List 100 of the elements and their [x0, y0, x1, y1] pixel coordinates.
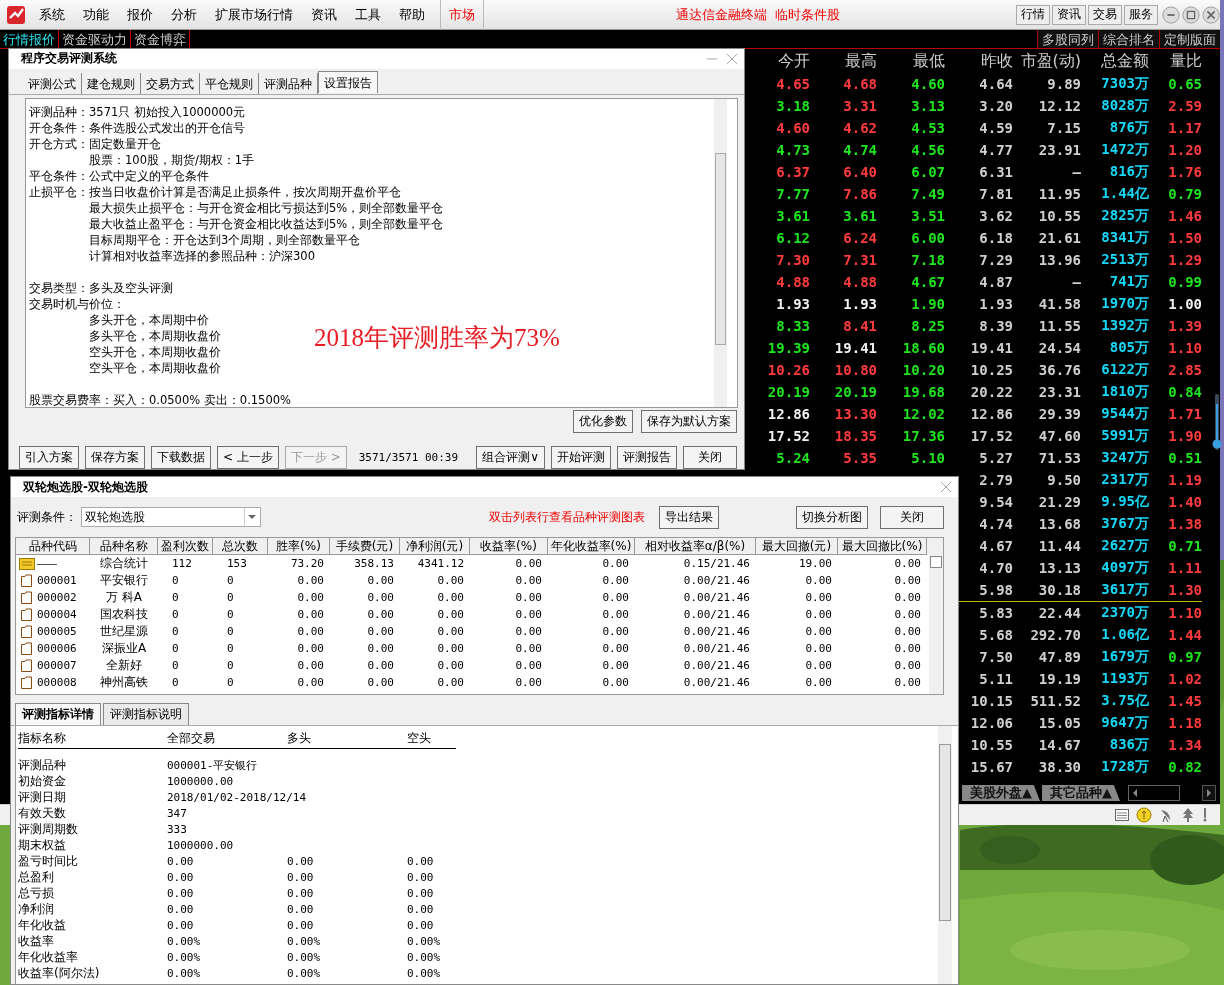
- column-header[interactable]: 市盈(动): [1013, 50, 1081, 72]
- scroll-bar[interactable]: [1128, 785, 1180, 801]
- column-header[interactable]: 盈利次数: [158, 538, 213, 555]
- quote-cell-text: 19.39: [766, 340, 810, 356]
- top-button[interactable]: 服务: [1124, 4, 1158, 25]
- panel-button[interactable]: 保存为默认方案: [641, 410, 737, 433]
- column-header[interactable]: 相对收益率α/β(%): [635, 538, 756, 555]
- table-cell-text: 0.00: [296, 676, 325, 689]
- tab[interactable]: 设置报告: [318, 70, 378, 93]
- table-cell-text: 0: [171, 591, 180, 604]
- table-cell-text: 0.00: [296, 591, 325, 604]
- quote-cell-text: 0.65: [1167, 76, 1202, 92]
- report-line: 空头开仓，本周期收盘价: [88, 344, 221, 360]
- view-button[interactable]: 定制版面: [1159, 30, 1220, 48]
- coin-icon[interactable]: [1136, 807, 1152, 823]
- close-icon[interactable]: [726, 52, 738, 65]
- column-header[interactable]: 品种名称: [90, 538, 158, 555]
- menu-item[interactable]: 资讯: [302, 1, 346, 28]
- action-button[interactable]: 开始评测: [551, 446, 611, 469]
- column-header[interactable]: 品种代码: [16, 538, 90, 555]
- view-button[interactable]: 综合排名: [1098, 30, 1159, 48]
- quote-cell-text: 10.26: [766, 362, 810, 378]
- toolbar-button[interactable]: 下载数据: [151, 446, 211, 469]
- menu-item[interactable]: 工具: [346, 1, 390, 28]
- top-button[interactable]: 资讯: [1052, 4, 1086, 25]
- column-header[interactable]: 今开: [745, 50, 810, 72]
- quote-cell-text: 1.76: [1167, 164, 1202, 180]
- report-line: 最大损失止损平仓：与开仓资金相比亏损达到5%，则全部数量平仓: [88, 200, 444, 216]
- toolbar-button[interactable]: 保存方案: [85, 446, 145, 469]
- column-header[interactable]: 胜率(%): [268, 538, 330, 555]
- tree-icon[interactable]: [1180, 807, 1196, 823]
- tab[interactable]: 评测指标详情: [15, 703, 101, 725]
- scroll-bar[interactable]: [1212, 394, 1222, 450]
- toolbar-button[interactable]: 引入方案: [19, 446, 79, 469]
- menu-item[interactable]: 帮助: [390, 1, 434, 28]
- quote-cell-text: 4.56: [910, 142, 945, 158]
- quote-cell-text: 7.30: [775, 252, 810, 268]
- column-header[interactable]: 量比: [1149, 50, 1202, 72]
- condition-dropdown[interactable]: 双轮炮选股: [81, 507, 261, 527]
- view-tab[interactable]: 行情报价: [0, 30, 59, 48]
- table-cell-text: 0: [226, 591, 235, 604]
- tab[interactable]: 评测指标说明: [103, 703, 189, 725]
- scroll-bar[interactable]: [938, 726, 952, 984]
- menu-item[interactable]: 系统: [30, 1, 74, 28]
- column-header[interactable]: 总金额: [1081, 50, 1149, 72]
- minimize-icon[interactable]: [1162, 5, 1180, 24]
- close-icon[interactable]: [1202, 5, 1220, 24]
- market-tab[interactable]: 其它品种▲: [1042, 785, 1120, 801]
- list-icon[interactable]: [1114, 807, 1130, 823]
- menu-item[interactable]: 扩展市场行情: [206, 1, 302, 28]
- column-header[interactable]: 昨收: [945, 50, 1013, 72]
- window-button[interactable]: 关闭: [880, 505, 944, 529]
- menu-item[interactable]: 功能: [74, 1, 118, 28]
- scroll-right-icon[interactable]: [1202, 785, 1216, 801]
- top-button[interactable]: 行情: [1016, 4, 1050, 25]
- quote-cell-text: 0.84: [1167, 384, 1202, 400]
- column-header[interactable]: 年化收益率(%): [548, 538, 635, 555]
- quote-cell-text: 20.22: [969, 384, 1013, 400]
- close-icon[interactable]: [940, 481, 952, 493]
- quote-cell-text: 1.39: [1167, 318, 1202, 334]
- top-button[interactable]: 交易: [1088, 4, 1122, 25]
- column-header[interactable]: 最低: [877, 50, 945, 72]
- market-button[interactable]: 市场: [440, 0, 484, 30]
- export-button[interactable]: 导出结果: [659, 505, 719, 529]
- column-header[interactable]: 手续费(元): [330, 538, 400, 555]
- table-cell-text: 全新好: [105, 657, 143, 674]
- action-button[interactable]: 组合评测∨: [476, 446, 545, 469]
- table-cell-text: 0.00: [514, 608, 543, 621]
- column-header[interactable]: 最大回撤(元): [756, 538, 838, 555]
- market-tab[interactable]: 美股外盘▲: [962, 785, 1040, 801]
- logo-icon[interactable]: [6, 4, 26, 25]
- table-cell-text: 0.00: [601, 676, 630, 689]
- column-header[interactable]: 净利润(元): [400, 538, 470, 555]
- table-cell-text: 0: [171, 659, 180, 672]
- view-tab[interactable]: 资金驱动力: [59, 30, 131, 48]
- action-button[interactable]: 关闭: [683, 446, 737, 469]
- scroll-bar[interactable]: [929, 538, 943, 694]
- toolbar-button[interactable]: < 上一步: [217, 446, 279, 469]
- quote-cell-text: 4.59: [978, 120, 1013, 136]
- view-button[interactable]: 多股同列: [1037, 30, 1098, 48]
- menu-item[interactable]: 报价: [118, 1, 162, 28]
- menu-item[interactable]: 分析: [162, 1, 206, 28]
- window-button[interactable]: 切换分析图: [796, 505, 868, 529]
- action-button[interactable]: 评测报告: [617, 446, 677, 469]
- panel-button[interactable]: 优化参数: [573, 410, 633, 433]
- quote-cell-text: 4.70: [978, 560, 1013, 576]
- scroll-bar[interactable]: [714, 99, 727, 407]
- table-cell-text: 0.00: [167, 855, 195, 868]
- maximize-icon[interactable]: [1182, 5, 1200, 24]
- column-header[interactable]: 收益率(%): [470, 538, 548, 555]
- column-header[interactable]: 总次数: [213, 538, 268, 555]
- quote-cell-text: 6122万: [1100, 361, 1149, 379]
- table-cell-text: 0.00: [893, 625, 922, 638]
- table-cell-text: 0.00: [601, 659, 630, 672]
- quote-cell-text: 7.15: [1046, 120, 1081, 136]
- table-cell-text: 0.00/21.46: [682, 676, 751, 689]
- column-header[interactable]: 最高: [810, 50, 877, 72]
- column-header[interactable]: 最大回撤比(%): [838, 538, 927, 555]
- quote-cell-text: 1.38: [1167, 516, 1202, 532]
- view-tab[interactable]: 资金博弈: [131, 30, 190, 48]
